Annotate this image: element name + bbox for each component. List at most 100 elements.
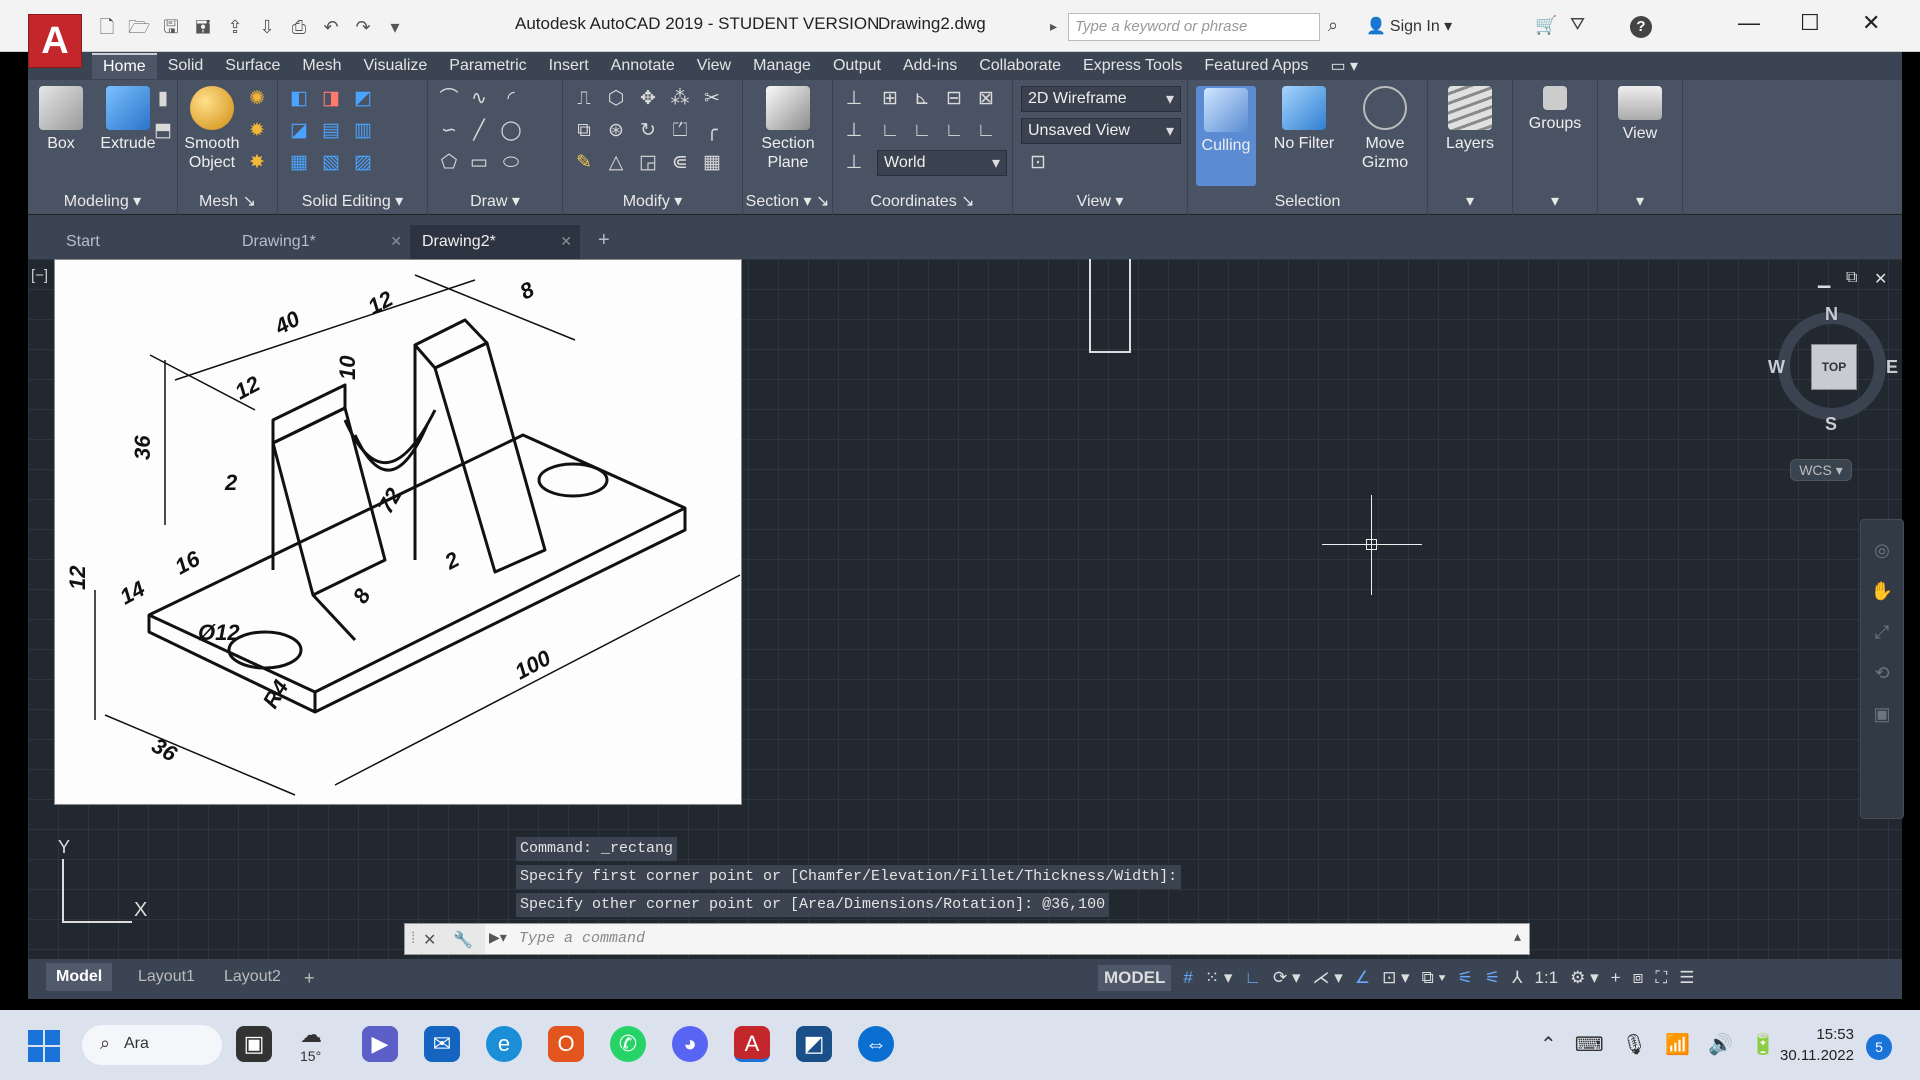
teamviewer-icon[interactable]: ⇔ [858,1026,894,1062]
compass-west[interactable]: W [1768,357,1785,378]
tab-home[interactable]: Home [92,53,157,79]
new-tab-button[interactable]: + [588,225,628,259]
whatsapp-icon[interactable]: ✆ [610,1026,646,1062]
viewcube[interactable]: TOP N S E W [1768,304,1898,434]
volume-icon[interactable]: 🔊 [1708,1032,1733,1057]
redo-icon[interactable]: ↷ [352,16,374,38]
object-snap-icon[interactable]: ⊡ ▾ [1382,968,1410,988]
sign-in-button[interactable]: 👤 Sign In ▾ [1366,16,1452,36]
panel-title-solid-editing[interactable]: Solid Editing ▾ [278,191,427,211]
zoom-extents-icon[interactable]: ⤢ [1861,622,1903,643]
subtract-icon[interactable]: ◨ [320,88,342,110]
taskbar-search-button[interactable]: ⌕ Ara [82,1025,222,1065]
layers-button[interactable]: Layers [1440,86,1500,153]
drawing-canvas[interactable]: [−] 40 12 8 12 10 36 2 72 2 16 14 12 8 Ø… [28,259,1904,964]
new-file-icon[interactable]: 🗋 [96,16,118,38]
doc-tab-drawing2[interactable]: Drawing2* ✕ [410,225,580,259]
intersect-icon[interactable]: ◪ [288,120,310,142]
named-view-dropdown[interactable]: Unsaved View [1021,118,1181,144]
move-icon[interactable]: ✥ [637,88,659,110]
extrude-button[interactable]: Extrude [100,86,156,153]
ucs-view-icon[interactable]: ⊥ [843,120,865,142]
box-button[interactable]: Box [36,86,86,153]
groups-button[interactable]: Groups [1523,86,1587,133]
save-web-icon[interactable]: ⇩ [256,16,278,38]
undo-icon[interactable]: ↶ [320,16,342,38]
annotation-scale-value[interactable]: 1:1 [1534,968,1558,988]
tray-overflow-icon[interactable]: ⌃ [1540,1032,1557,1057]
search-expand-icon[interactable]: ▸ [1050,18,1057,35]
taskbar-clock[interactable]: 15:53 30.11.2022 [1780,1024,1854,1066]
close-tab-icon[interactable]: ✕ [560,233,572,250]
mirror-icon[interactable]: ⏍ [669,120,691,142]
viewport-restore-icon[interactable]: ⧉ [1846,269,1857,287]
tab-collaborate[interactable]: Collaborate [968,54,1072,78]
object-snap-tracking-icon[interactable]: ∠ [1355,968,1370,988]
tab-parametric[interactable]: Parametric [438,54,537,78]
office-icon[interactable]: O [548,1026,584,1062]
wcs-menu[interactable]: WCS ▾ [1790,459,1852,481]
command-prompt-icon[interactable]: ▶▾ [489,929,507,946]
line-icon[interactable]: ╱ [468,120,490,142]
align-icon[interactable]: ⎍ [573,88,595,110]
command-line-close-icon[interactable]: ✕ [423,930,436,950]
panel-title-modify[interactable]: Modify ▾ [563,191,742,211]
ucs-zaxis-icon[interactable]: ∟ [943,120,965,142]
microphone-icon[interactable]: 🎙 [1622,1032,1647,1057]
polygon-icon[interactable]: ⬠ [438,152,460,174]
layers-expand-icon[interactable]: ▾ [1428,191,1512,211]
smooth-object-button[interactable]: Smooth Object [184,86,240,172]
autodesk-a360-icon[interactable]: ⛛ [1570,14,1585,35]
slice-icon[interactable]: ◩ [352,88,374,110]
3d-move-icon[interactable]: ⬡ [605,88,627,110]
ucs-origin-icon[interactable]: ∟ [879,120,901,142]
keyboard-icon[interactable]: ⌨ [1575,1032,1604,1057]
layout-tab-layout2[interactable]: Layout2 [214,963,291,991]
model-space-toggle[interactable]: MODEL [1098,965,1172,991]
separate-icon[interactable]: ▥ [352,120,374,142]
showmotion-icon[interactable]: ▣ [1861,704,1903,725]
panel-title-selection[interactable]: Selection [1188,193,1427,211]
presspull-icon[interactable]: ⬒ [152,120,174,142]
polyline-icon[interactable]: ⌒ [438,88,460,110]
ucs-x-icon[interactable]: ⊾ [911,88,933,110]
workspace-gear-icon[interactable]: ⚙ ▾ [1570,968,1599,988]
isodraft-icon[interactable]: ⋌ ▾ [1313,968,1343,988]
open-file-icon[interactable]: 🗁 [128,16,150,38]
shell-icon[interactable]: ▨ [352,152,374,174]
close-icon[interactable]: ✕ [1862,10,1880,36]
tab-view[interactable]: View [686,54,742,78]
rect-array-icon[interactable]: ▦ [701,152,723,174]
panel-title-coordinates[interactable]: Coordinates ↘ [833,191,1012,211]
tab-surface[interactable]: Surface [214,54,291,78]
array-icon[interactable]: ⁂ [669,88,691,110]
compass-east[interactable]: E [1886,357,1898,378]
layout-tab-layout1[interactable]: Layout1 [128,963,205,991]
panel-title-draw[interactable]: Draw ▾ [428,191,562,211]
help-icon[interactable]: ? [1630,16,1652,38]
photos-icon[interactable]: ◩ [796,1026,832,1062]
polar-icon[interactable]: ⟳ ▾ [1273,968,1301,988]
offset-icon[interactable]: ⋐ [669,152,691,174]
customize-icon[interactable]: 🔧 [453,930,473,950]
tab-output[interactable]: Output [822,54,892,78]
pan-icon[interactable]: ✋ [1861,581,1903,602]
mail-icon[interactable]: ✉ [424,1026,460,1062]
view-expand-icon[interactable]: ▾ [1598,191,1682,211]
rotate-icon[interactable]: ↻ [637,120,659,142]
polysolid-icon[interactable]: ▮ [152,88,174,110]
plot-icon[interactable]: ⎙ [288,16,310,38]
fullscreen-icon[interactable]: ⛶ [1655,968,1667,988]
rectangle-icon[interactable]: ▭ [468,152,490,174]
app-menu-button[interactable]: A [28,14,82,68]
cart-icon[interactable]: 🛒 [1535,15,1557,36]
doc-tab-start[interactable]: Start [54,225,254,259]
mesh-smooth-less-icon[interactable]: ✹ [246,120,268,142]
orbit-icon[interactable]: ⟲ [1861,663,1903,684]
tab-solid[interactable]: Solid [157,54,215,78]
scale-icon[interactable]: ◲ [637,152,659,174]
layout-tab-model[interactable]: Model [46,963,113,991]
search-input[interactable]: Type a keyword or phrase [1068,13,1320,41]
tab-express-tools[interactable]: Express Tools [1072,54,1193,78]
discord-icon[interactable]: ◕ [672,1026,708,1062]
